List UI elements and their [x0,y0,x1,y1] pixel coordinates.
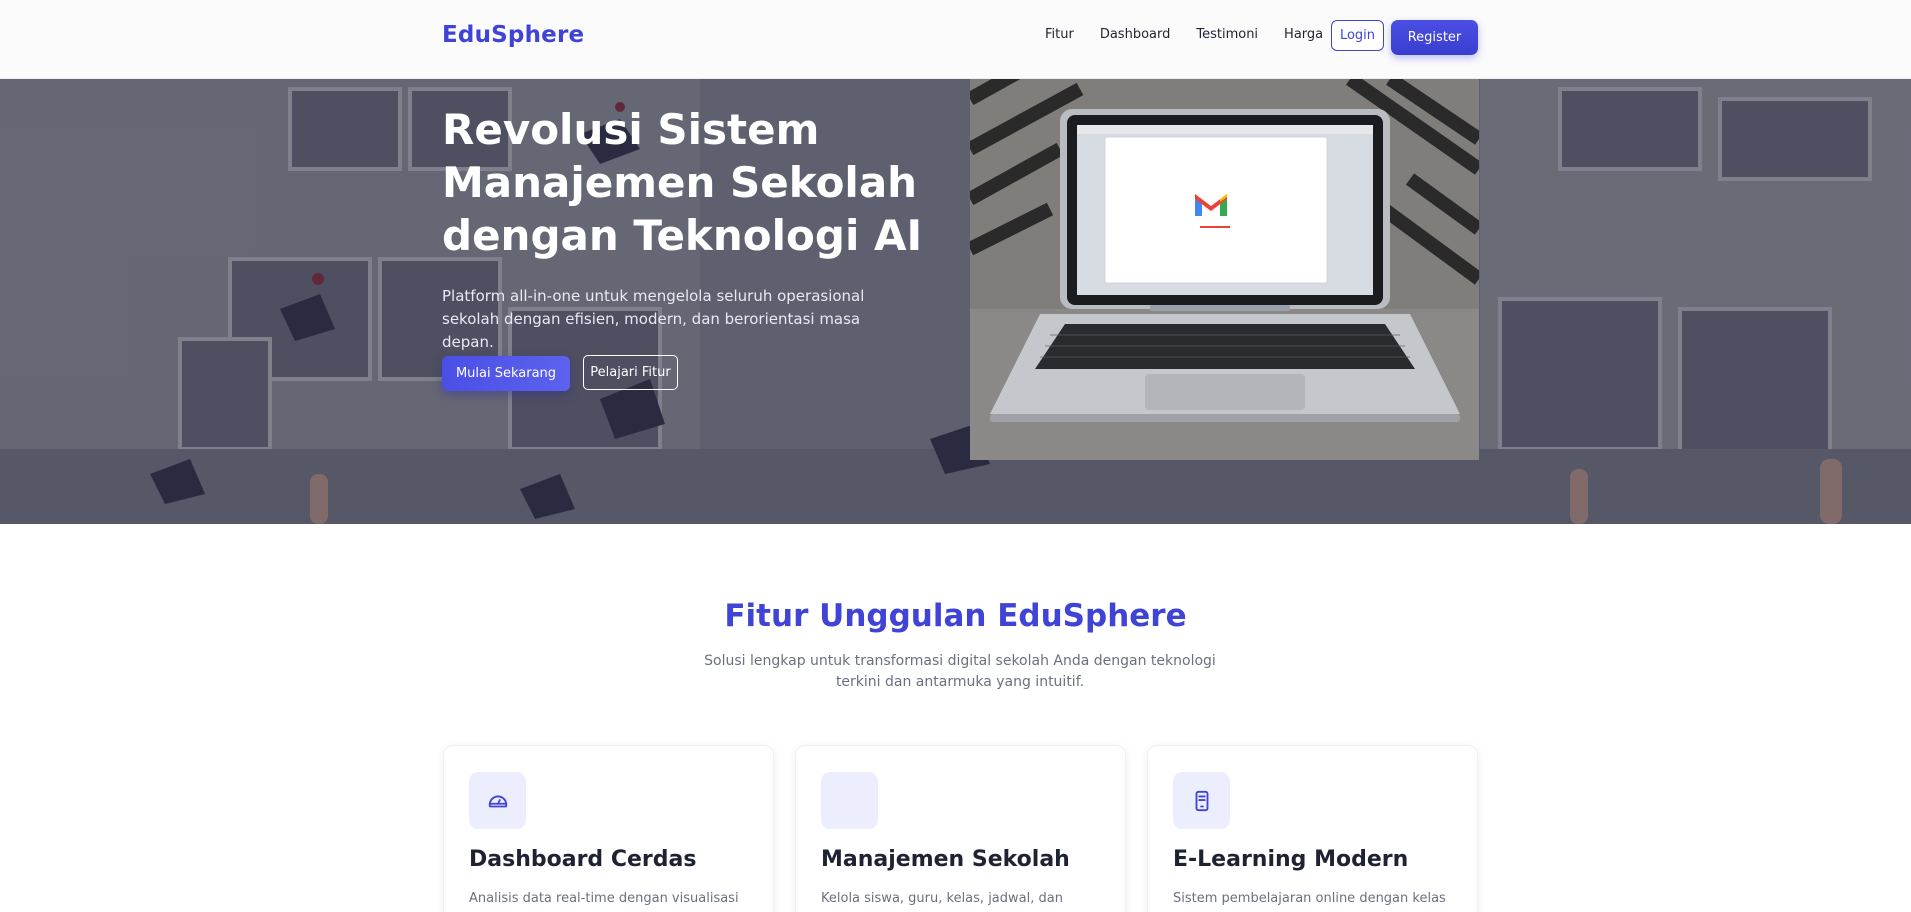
card-title: Manajemen Sekolah [821,847,1070,872]
card-title: E-Learning Modern [1173,847,1409,872]
card-description: Analisis data real-time dengan visualisa… [469,891,739,906]
login-button[interactable]: Login [1331,20,1384,51]
nav-link-fitur[interactable]: Fitur [1045,26,1074,44]
brand-logo[interactable]: EduSphere [442,22,584,48]
features-title: Fitur Unggulan EduSphere [724,598,1187,634]
hero-title: Revolusi Sistem Manajemen Sekolah dengan… [442,105,923,260]
nav-link-testimoni[interactable]: Testimoni [1196,26,1258,44]
card-title: Dashboard Cerdas [469,847,697,872]
hero-laptop-image [970,79,1479,460]
nav-links: Fitur Dashboard Testimoni Harga [1045,26,1349,44]
gauge-icon [469,772,526,829]
features-subtitle: Solusi lengkap untuk transformasi digita… [704,653,1216,690]
hero-section: Revolusi Sistem Manajemen Sekolah dengan… [0,79,1911,524]
card-description: Kelola siswa, guru, kelas, jadwal, dan i… [821,891,1063,906]
tablet-icon [1173,772,1230,829]
feature-card-elearning: E-Learning Modern Sistem pembelajaran on… [1147,745,1478,912]
nav-link-dashboard[interactable]: Dashboard [1100,26,1171,44]
navbar: EduSphere Fitur Dashboard Testimoni Harg… [0,0,1911,79]
register-button[interactable]: Register [1391,20,1478,55]
feature-card-dashboard: Dashboard Cerdas Analisis data real-time… [443,745,774,912]
start-now-button[interactable]: Mulai Sekarang [442,356,570,391]
nav-link-harga[interactable]: Harga [1284,26,1323,44]
card-description: Sistem pembelajaran online dengan kelas … [1173,891,1446,906]
blank-icon [821,772,878,829]
learn-features-button[interactable]: Pelajari Fitur [583,355,678,390]
hero-subtitle: Platform all-in-one untuk mengelola selu… [442,287,865,351]
feature-card-management: Manajemen Sekolah Kelola siswa, guru, ke… [795,745,1126,912]
